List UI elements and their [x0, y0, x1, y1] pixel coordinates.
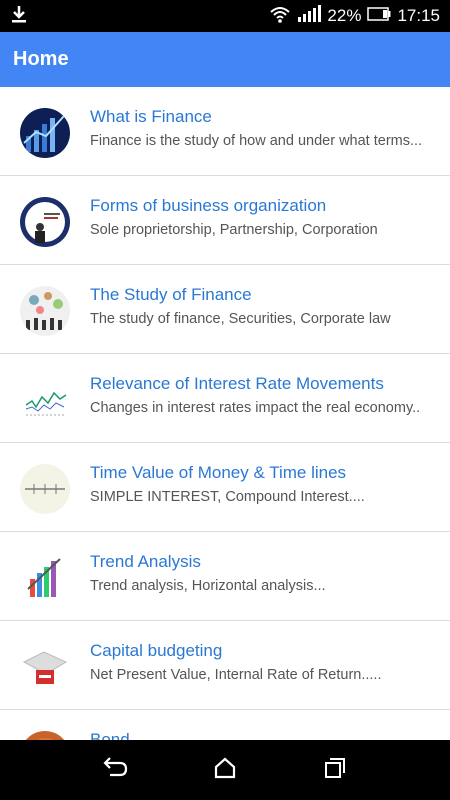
puzzle-budget-thumbnail: [20, 642, 70, 692]
study-finance-thumbnail: [20, 286, 70, 336]
battery-icon: [367, 6, 391, 26]
signal-icon: [297, 4, 322, 28]
back-icon: [102, 756, 128, 784]
topic-list: What is Finance Finance is the study of …: [0, 87, 450, 740]
status-bar: 22% 17:15: [0, 0, 450, 32]
download-icon: [10, 4, 28, 29]
item-subtitle: Sole proprietorship, Partnership, Corpor…: [90, 222, 378, 238]
finance-graph-thumbnail: [20, 108, 70, 158]
home-icon: [213, 757, 237, 784]
navigation-bar: [0, 740, 450, 800]
item-subtitle: Changes in interest rates impact the rea…: [90, 400, 421, 416]
list-item[interactable]: Relevance of Interest Rate Movements Cha…: [0, 354, 450, 443]
clock: 17:15: [397, 6, 440, 25]
trend-chart-thumbnail: [20, 553, 70, 603]
item-title: Time Value of Money & Time lines: [90, 463, 347, 482]
recents-button[interactable]: [315, 750, 355, 790]
list-item[interactable]: Forms of business organization Sole prop…: [0, 176, 450, 265]
app-bar: Home: [0, 32, 450, 87]
item-subtitle: SIMPLE INTEREST, Compound Interest....: [90, 489, 365, 505]
bond-thumbnail: [20, 731, 70, 740]
list-item[interactable]: Trend Analysis Trend analysis, Horizonta…: [0, 532, 450, 621]
page-title: Home: [13, 48, 69, 70]
battery-percent: 22%: [327, 6, 362, 25]
back-button[interactable]: [95, 750, 135, 790]
item-title: Trend Analysis: [90, 552, 201, 571]
business-organization-thumbnail: [20, 197, 70, 247]
list-item[interactable]: What is Finance Finance is the study of …: [0, 87, 450, 176]
item-title: Capital budgeting: [90, 641, 223, 660]
item-subtitle: Finance is the study of how and under wh…: [90, 133, 423, 149]
item-title: Relevance of Interest Rate Movements: [90, 374, 384, 393]
interest-rate-chart-thumbnail: [20, 375, 70, 425]
item-subtitle: Trend analysis, Horizontal analysis...: [90, 578, 326, 594]
list-item[interactable]: The Study of Finance The study of financ…: [0, 265, 450, 354]
item-title: Forms of business organization: [90, 196, 327, 215]
item-title: Bond: [90, 730, 130, 740]
list-item[interactable]: Capital budgeting Net Present Value, Int…: [0, 621, 450, 710]
item-title: What is Finance: [90, 107, 212, 126]
wifi-icon: [269, 5, 291, 28]
timeline-thumbnail: [20, 464, 70, 514]
item-title: The Study of Finance: [90, 285, 252, 304]
list-item[interactable]: Time Value of Money & Time lines SIMPLE …: [0, 443, 450, 532]
list-item[interactable]: Bond: [0, 710, 450, 740]
recents-icon: [323, 757, 347, 784]
home-button[interactable]: [205, 750, 245, 790]
item-subtitle: The study of finance, Securities, Corpor…: [90, 311, 391, 327]
item-subtitle: Net Present Value, Internal Rate of Retu…: [90, 667, 382, 683]
